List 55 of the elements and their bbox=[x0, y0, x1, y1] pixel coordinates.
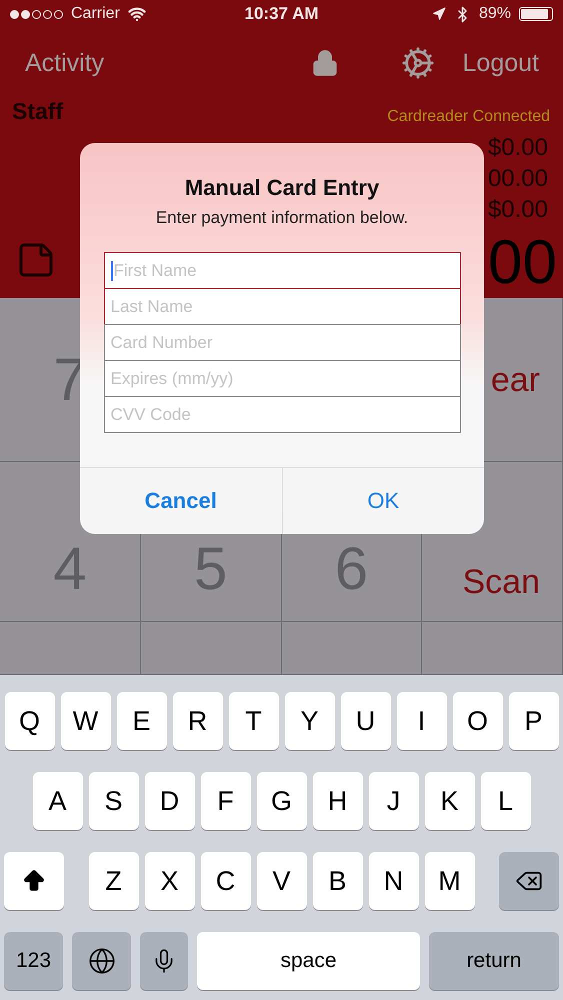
delete-key[interactable] bbox=[499, 852, 559, 910]
carrier-name: Carrier bbox=[71, 5, 120, 23]
numbers-key[interactable]: 123 bbox=[4, 932, 63, 990]
staff-label: Staff bbox=[12, 98, 64, 125]
microphone-key[interactable] bbox=[140, 932, 188, 990]
letter-key[interactable]: G bbox=[256, 772, 306, 830]
space-key[interactable]: space bbox=[197, 932, 420, 990]
settings-icon[interactable] bbox=[400, 46, 435, 80]
letter-key[interactable]: N bbox=[368, 852, 418, 910]
letter-key[interactable]: Y bbox=[284, 692, 334, 750]
letter-key[interactable]: C bbox=[200, 852, 250, 910]
shift-key[interactable] bbox=[4, 852, 64, 910]
logout-link[interactable]: Logout bbox=[462, 48, 539, 78]
letter-key[interactable]: Q bbox=[4, 692, 54, 750]
letter-key[interactable]: B bbox=[312, 852, 362, 910]
letter-key[interactable]: Z bbox=[88, 852, 138, 910]
letter-key[interactable]: F bbox=[200, 772, 250, 830]
letter-key[interactable]: X bbox=[144, 852, 194, 910]
letter-key[interactable]: E bbox=[116, 692, 166, 750]
battery-icon bbox=[519, 7, 553, 21]
letter-key[interactable]: T bbox=[228, 692, 278, 750]
location-icon bbox=[432, 7, 446, 21]
letter-key[interactable]: L bbox=[480, 772, 530, 830]
letter-key[interactable]: A bbox=[32, 772, 82, 830]
letter-key[interactable]: R bbox=[172, 692, 222, 750]
ok-button[interactable]: OK bbox=[282, 468, 484, 534]
dialog-message: Enter payment information below. bbox=[156, 208, 408, 228]
letter-key[interactable]: M bbox=[424, 852, 474, 910]
signal-icon bbox=[10, 10, 63, 18]
return-key[interactable]: return bbox=[429, 932, 559, 990]
letter-key[interactable]: H bbox=[312, 772, 362, 830]
dialog-title: Manual Card Entry bbox=[184, 175, 380, 201]
letter-key[interactable]: O bbox=[452, 692, 502, 750]
reader-status: Cardreader Connected bbox=[387, 108, 550, 126]
battery-percent: 89% bbox=[478, 5, 511, 23]
shift-icon bbox=[21, 868, 47, 894]
globe-key[interactable] bbox=[72, 932, 131, 990]
amount-value: 00.00 bbox=[488, 164, 548, 194]
amount-value: $0.00 bbox=[488, 133, 548, 163]
letter-key[interactable]: D bbox=[144, 772, 194, 830]
letter-key[interactable]: W bbox=[60, 692, 110, 750]
letter-key[interactable]: U bbox=[340, 692, 390, 750]
globe-icon bbox=[88, 947, 116, 975]
wifi-icon bbox=[128, 5, 146, 23]
total-amount: 00 bbox=[488, 232, 557, 294]
letter-key[interactable]: I bbox=[396, 692, 446, 750]
letter-key[interactable]: S bbox=[88, 772, 138, 830]
clock-time: 10:37 AM bbox=[244, 4, 318, 24]
amount-value: $0.00 bbox=[488, 195, 548, 225]
letter-key[interactable]: K bbox=[424, 772, 474, 830]
lock-icon[interactable] bbox=[310, 49, 339, 77]
letter-key[interactable]: J bbox=[368, 772, 418, 830]
activity-link[interactable]: Activity bbox=[25, 48, 104, 78]
letter-key[interactable]: V bbox=[256, 852, 306, 910]
letter-key[interactable]: P bbox=[508, 692, 558, 750]
